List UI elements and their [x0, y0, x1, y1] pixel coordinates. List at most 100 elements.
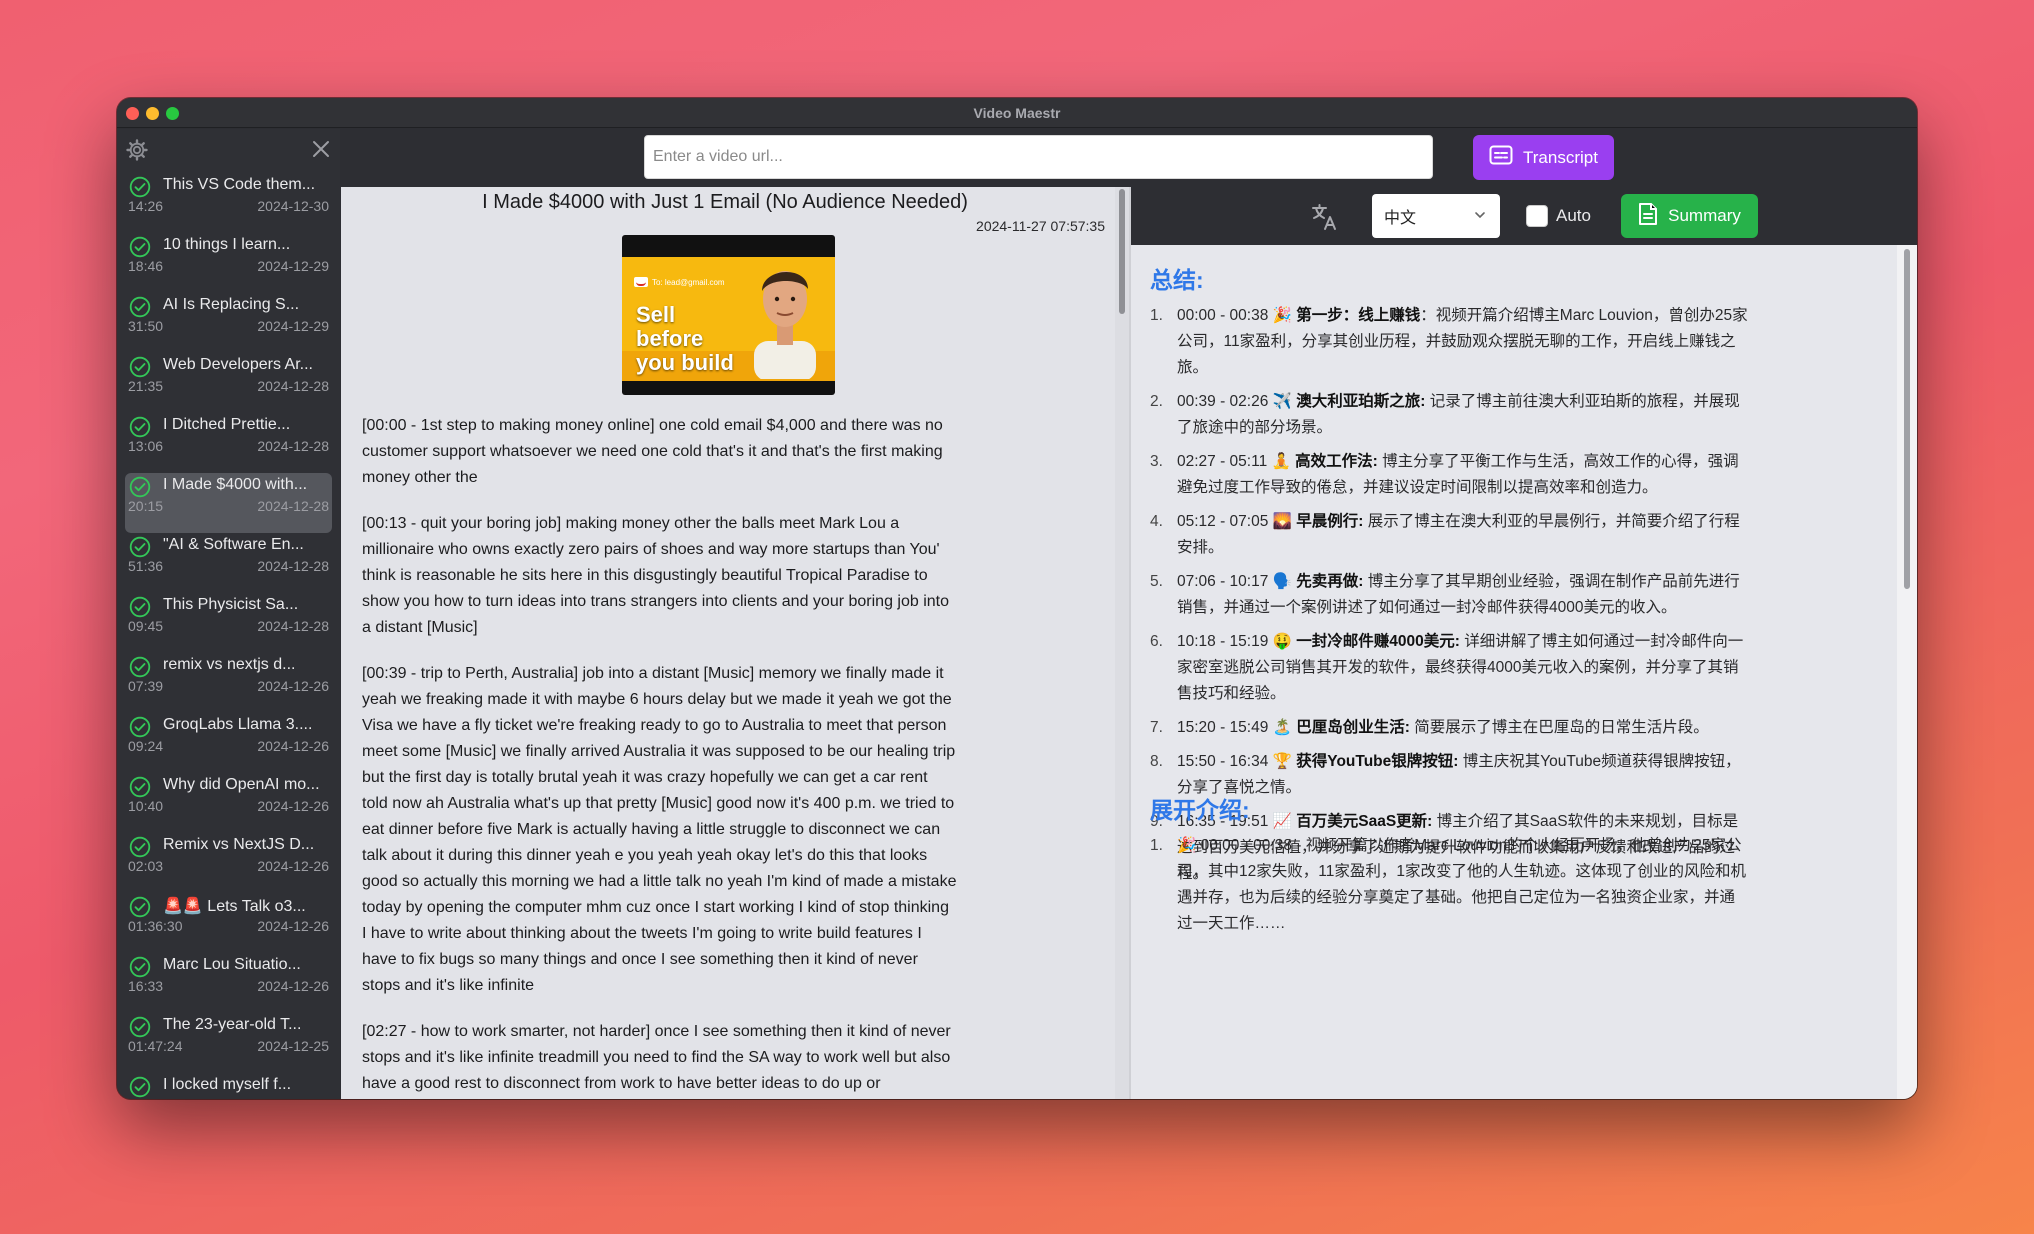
sidebar-video-item[interactable]: remix vs nextjs d... 07:39 2024-12-26	[125, 653, 332, 713]
check-circle-icon	[129, 956, 151, 978]
sidebar-video-title: The 23-year-old T...	[163, 1016, 302, 1033]
summary-item-time: 07:06 - 10:17 🗣️	[1177, 573, 1297, 590]
transcript-icon	[1489, 145, 1513, 170]
summary-scroll-thumb[interactable]	[1904, 249, 1910, 589]
sidebar-video-item[interactable]: This VS Code them... 14:26 2024-12-30	[125, 173, 332, 233]
person-icon	[754, 271, 816, 379]
transcript-scroll-thumb[interactable]	[1119, 189, 1125, 314]
sidebar-video-title: Why did OpenAI mo...	[163, 776, 320, 793]
sidebar-video-item[interactable]: I locked myself f...	[125, 1073, 332, 1099]
check-circle-icon	[129, 536, 151, 558]
transcript-paragraph: [00:13 - quit your boring job] making mo…	[362, 515, 949, 636]
sidebar-video-duration: 02:03	[128, 858, 164, 874]
sidebar-video-duration: 31:50	[128, 318, 164, 334]
sidebar-video-duration: 13:06	[128, 438, 164, 454]
sidebar: This VS Code them... 14:26 2024-12-30 10 th…	[117, 129, 340, 1099]
check-circle-icon	[129, 296, 151, 318]
sidebar-header	[117, 129, 340, 173]
summary-item-title: 一封冷邮件赚4000美元:	[1296, 633, 1460, 650]
sidebar-video-item[interactable]: 🚨🚨 Lets Talk o3... 01:36:30 2024-12-26	[125, 893, 332, 953]
sidebar-video-item[interactable]: I Ditched Prettie... 13:06 2024-12-28	[125, 413, 332, 473]
thumbnail-email: To: lead@gmail.com	[634, 277, 725, 287]
sidebar-video-title: AI Is Replacing S...	[163, 296, 300, 313]
check-circle-icon	[129, 596, 151, 618]
summary-item-number: 4.	[1150, 513, 1163, 530]
sidebar-video-item[interactable]: "AI & Software En... 51:36 2024-12-28	[125, 533, 332, 593]
sidebar-video-date: 2024-12-26	[257, 858, 329, 874]
summary-item-title: 早晨例行:	[1296, 513, 1364, 530]
sidebar-video-title: I Ditched Prettie...	[163, 416, 291, 433]
thumbnail-text: Sell before you build	[636, 302, 734, 375]
sidebar-video-item[interactable]: 10 things I learn... 18:46 2024-12-29	[125, 233, 332, 293]
gmail-icon	[634, 277, 648, 287]
gear-icon[interactable]	[125, 138, 149, 167]
sidebar-video-date: 2024-12-28	[257, 558, 329, 574]
summary-item-title: 百万美元SaaS更新:	[1296, 813, 1433, 830]
close-icon[interactable]	[309, 137, 333, 166]
summary-item-number: 6.	[1150, 633, 1163, 650]
transcript-paragraph: [00:39 - trip to Perth, Australia] job i…	[362, 665, 957, 994]
sidebar-video-item[interactable]: I Made $4000 with... 20:15 2024-12-28	[125, 473, 332, 533]
video-thumbnail[interactable]: To: lead@gmail.com Sell before you build	[622, 235, 835, 395]
sidebar-video-item[interactable]: Remix vs NextJS D... 02:03 2024-12-26	[125, 833, 332, 893]
sidebar-video-item[interactable]: Marc Lou Situatio... 16:33 2024-12-26	[125, 953, 332, 1013]
transcript-button[interactable]: Transcript	[1473, 135, 1614, 180]
auto-checkbox[interactable]	[1526, 205, 1548, 227]
transcript-scrollbar[interactable]	[1115, 187, 1129, 1099]
summary-item-time: 15:20 - 15:49 🏝️	[1177, 719, 1297, 736]
sidebar-video-title: 10 things I learn...	[163, 236, 291, 253]
video-list: This VS Code them... 14:26 2024-12-30 10 th…	[117, 173, 340, 1099]
transcript-paragraph: [00:00 - 1st step to making money online…	[362, 417, 943, 486]
summary-toolbar: 中文 Auto Summary	[1131, 187, 1917, 245]
summary-item-title: 先卖再做:	[1296, 573, 1364, 590]
check-circle-icon	[129, 896, 151, 918]
summary-button-label: Summary	[1668, 206, 1741, 225]
check-circle-icon	[129, 1016, 151, 1038]
summary-item-number: 7.	[1150, 719, 1163, 736]
sidebar-video-item[interactable]: This Physicist Sa... 09:45 2024-12-28	[125, 593, 332, 653]
sidebar-video-date: 2024-12-28	[257, 498, 329, 514]
url-input[interactable]	[644, 135, 1433, 179]
sidebar-video-date: 2024-12-29	[257, 318, 329, 334]
summary-item-time: 00:00 - 00:38 🎉	[1177, 307, 1297, 324]
sidebar-video-duration: 09:45	[128, 618, 164, 634]
check-circle-icon	[129, 476, 151, 498]
sidebar-video-date: 2024-12-26	[257, 978, 329, 994]
sidebar-video-title: Web Developers Ar...	[163, 356, 313, 373]
title-bar: Video Maestr	[117, 98, 1917, 128]
summary-button[interactable]: Summary	[1621, 194, 1758, 238]
sidebar-video-duration: 07:39	[128, 678, 164, 694]
sidebar-video-item[interactable]: GroqLabs Llama 3.... 09:24 2024-12-26	[125, 713, 332, 773]
sidebar-video-date: 2024-12-29	[257, 258, 329, 274]
summary-item: 2. 00:39 - 02:26 ✈️ 澳大利亚珀斯之旅: 记录了博主前往澳大利亚…	[1150, 389, 1750, 441]
sidebar-video-date: 2024-12-28	[257, 438, 329, 454]
summary-item-number: 8.	[1150, 753, 1163, 770]
check-circle-icon	[129, 776, 151, 798]
sidebar-video-duration: 10:40	[128, 798, 164, 814]
sidebar-video-title: I Made $4000 with...	[163, 476, 308, 493]
sidebar-video-duration: 18:46	[128, 258, 164, 274]
summary-item-number: 1.	[1150, 307, 1163, 324]
video-title: I Made $4000 with Just 1 Email (No Audie…	[482, 191, 968, 213]
language-select[interactable]: 中文	[1372, 194, 1500, 238]
sidebar-video-title: Marc Lou Situatio...	[163, 956, 301, 973]
sidebar-video-title: This VS Code them...	[163, 176, 316, 193]
summary-scrollbar[interactable]	[1897, 245, 1917, 1099]
window-title: Video Maestr	[973, 105, 1061, 121]
sidebar-video-item[interactable]: Web Developers Ar... 21:35 2024-12-28	[125, 353, 332, 413]
summary-heading: 总结:	[1150, 267, 1204, 293]
details-list: 1. 🎉 00:00 - 00:38 - 视频开篇以作者Marc Louvion的…	[1150, 833, 1750, 945]
check-circle-icon	[129, 356, 151, 378]
details-item-number: 1.	[1150, 837, 1163, 854]
sidebar-video-date: 2024-12-25	[257, 1038, 329, 1054]
sidebar-video-item[interactable]: AI Is Replacing S... 31:50 2024-12-29	[125, 293, 332, 353]
toolbar: Transcript	[341, 129, 1917, 187]
sidebar-video-item[interactable]: Why did OpenAI mo... 10:40 2024-12-26	[125, 773, 332, 833]
summary-pane: 总结: 1. 00:00 - 00:38 🎉 第一步：线上赚钱：视频开篇介绍博主M…	[1131, 245, 1917, 1099]
summary-item-title: 第一步：线上赚钱	[1296, 307, 1421, 324]
auto-checkbox-label: Auto	[1556, 206, 1591, 225]
thumbnail-email-text: To: lead@gmail.com	[652, 277, 725, 287]
sidebar-video-item[interactable]: The 23-year-old T... 01:47:24 2024-12-25	[125, 1013, 332, 1073]
check-circle-icon	[129, 656, 151, 678]
document-icon	[1638, 202, 1658, 231]
